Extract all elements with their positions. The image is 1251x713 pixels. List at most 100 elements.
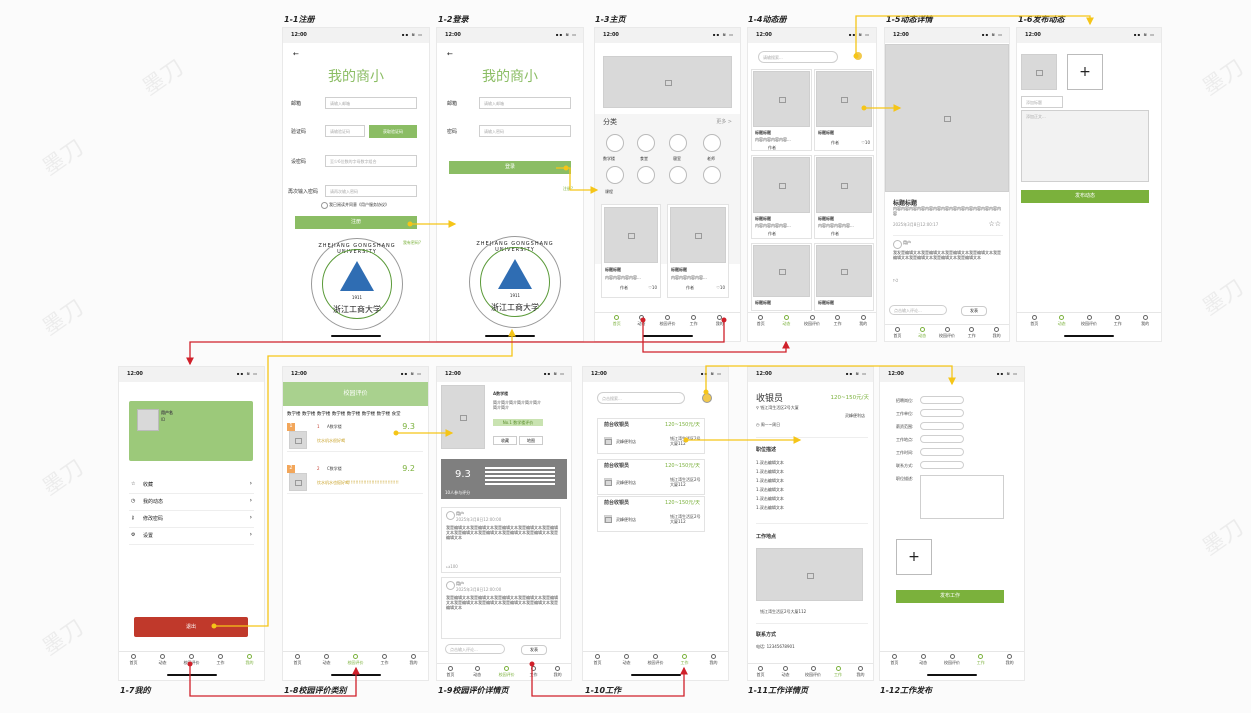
logout-button[interactable]: 退出 bbox=[134, 617, 248, 637]
job-time-input[interactable] bbox=[920, 448, 964, 456]
body-input[interactable]: 添加正文... bbox=[1021, 110, 1149, 182]
tab-jobs[interactable]: 工作 bbox=[521, 666, 545, 678]
publish-job-button[interactable]: 发布工作 bbox=[896, 590, 1004, 603]
tab-home[interactable]: 首页 bbox=[438, 666, 462, 678]
profile-card[interactable]: 用户名 ID bbox=[129, 401, 253, 461]
job-card[interactable]: 前台收银员 120~150元/天 灵峰便利店 钱江湾生活区2号大厦112 bbox=[597, 496, 705, 532]
star-icon[interactable]: ☆☆ bbox=[988, 220, 1001, 228]
tab-category[interactable]: 数学楼 bbox=[287, 412, 301, 417]
tab-jobs[interactable]: 工作 bbox=[682, 315, 706, 327]
post-card[interactable]: 标题标题 bbox=[751, 243, 812, 311]
password-field[interactable]: 请输入密码 bbox=[479, 125, 571, 137]
post-card[interactable]: 标题标题 内容内容内容内容... 作者 bbox=[814, 155, 874, 239]
tab-home[interactable]: 首页 bbox=[286, 654, 310, 666]
tab-review[interactable]: 校园评价 bbox=[656, 315, 680, 327]
category-item[interactable] bbox=[669, 166, 687, 184]
banner-image[interactable] bbox=[603, 56, 732, 108]
tab-feed[interactable]: 动态 bbox=[774, 315, 798, 327]
post-card[interactable]: 标题标题 内容内容内容内容... 作者 bbox=[751, 155, 812, 239]
tab-category[interactable]: 数学楼 bbox=[347, 412, 361, 417]
list-item[interactable]: 2 2 C数学楼 9.2 饮水机水也挺好喝!!!!!!!!!!!!!!!!!!!… bbox=[287, 463, 423, 494]
tab-mine[interactable]: 我的 bbox=[998, 654, 1022, 666]
send-button[interactable]: 发表 bbox=[521, 645, 547, 655]
repeat-password-field[interactable]: 请再次输入密码 bbox=[325, 185, 417, 197]
tab-review[interactable]: 校园评价 bbox=[644, 654, 668, 666]
map-button[interactable]: 地图 bbox=[519, 436, 543, 445]
tab-home[interactable]: 首页 bbox=[586, 654, 610, 666]
post-card[interactable]: 标题标题 作者 ♡10 bbox=[814, 69, 874, 151]
job-position-input[interactable] bbox=[920, 396, 964, 404]
tab-feed[interactable]: 动态 bbox=[315, 654, 339, 666]
title-input[interactable]: 添加标题 bbox=[1021, 96, 1063, 108]
tab-feed[interactable]: 动态 bbox=[774, 666, 798, 678]
tab-review[interactable]: 校园评价 bbox=[180, 654, 204, 666]
tab-jobs[interactable]: 工作 bbox=[969, 654, 993, 666]
tab-home[interactable]: 首页 bbox=[1022, 315, 1046, 327]
category-item[interactable] bbox=[637, 166, 655, 184]
post-card[interactable]: 标题标题 内容内容内容内容... 作者 ♡10 bbox=[667, 204, 729, 298]
tab-category[interactable]: 数学楼 bbox=[302, 412, 316, 417]
send-button[interactable]: 发表 bbox=[961, 306, 987, 316]
tab-mine[interactable]: 我的 bbox=[985, 327, 1009, 339]
tab-feed[interactable]: 动态 bbox=[1050, 315, 1074, 327]
tab-jobs[interactable]: 工作 bbox=[673, 654, 697, 666]
job-company-input[interactable] bbox=[920, 409, 964, 417]
back-arrow-icon[interactable]: ← bbox=[293, 50, 299, 58]
back-arrow-icon[interactable]: ← bbox=[447, 50, 453, 58]
tab-mine[interactable]: 我的 bbox=[402, 654, 426, 666]
tab-home[interactable]: 首页 bbox=[749, 666, 773, 678]
login-button[interactable]: 登录 bbox=[449, 161, 571, 174]
contact-phone[interactable]: 电话: 12345678901 bbox=[756, 644, 795, 649]
tab-category[interactable]: 数学楼 bbox=[332, 412, 346, 417]
tab-home[interactable]: 首页 bbox=[885, 327, 909, 339]
menu-item-favorites[interactable]: ☆ 收藏 › bbox=[129, 477, 254, 494]
email-field[interactable]: 请输入邮箱 bbox=[479, 97, 571, 109]
tab-category[interactable]: 数学楼 bbox=[317, 412, 331, 417]
tab-review[interactable]: 校园评价 bbox=[495, 666, 519, 678]
map-image[interactable] bbox=[756, 548, 863, 601]
register-button[interactable]: 注册 bbox=[295, 216, 417, 229]
password-field[interactable]: 至少6位数的字母数字组合 bbox=[325, 155, 417, 167]
tab-review[interactable]: 校园评价 bbox=[1077, 315, 1101, 327]
tab-jobs[interactable]: 工作 bbox=[960, 327, 984, 339]
menu-item-settings[interactable]: ⚙ 设置 › bbox=[129, 528, 254, 545]
category-item[interactable] bbox=[703, 134, 721, 152]
tab-mine[interactable]: 我的 bbox=[546, 666, 570, 678]
search-input[interactable]: 点击搜索... bbox=[597, 392, 685, 404]
publish-post-button[interactable]: 发布动态 bbox=[1021, 190, 1149, 203]
job-contact-input[interactable] bbox=[920, 461, 964, 469]
tab-mine[interactable]: 我的 bbox=[238, 654, 262, 666]
add-post-icon[interactable] bbox=[854, 52, 862, 60]
tab-feed[interactable]: 动态 bbox=[911, 654, 935, 666]
category-item[interactable] bbox=[606, 134, 624, 152]
job-card[interactable]: 前台收银员 120~150元/天 灵峰便利店 钱江湾生活区2号大厦112 bbox=[597, 459, 705, 495]
add-image-icon[interactable]: + bbox=[1067, 54, 1103, 90]
tab-jobs[interactable]: 工作 bbox=[209, 654, 233, 666]
tab-jobs[interactable]: 工作 bbox=[826, 315, 850, 327]
tab-mine[interactable]: 我的 bbox=[708, 315, 732, 327]
comment-input[interactable]: 点击输入评论... bbox=[889, 305, 947, 315]
tab-mine[interactable]: 我的 bbox=[849, 666, 873, 678]
tab-feed[interactable]: 动态 bbox=[615, 654, 639, 666]
tab-review[interactable]: 校园评价 bbox=[935, 327, 959, 339]
more-link[interactable]: 更多 > bbox=[716, 118, 732, 125]
tab-review[interactable]: 校园评价 bbox=[344, 654, 368, 666]
tab-review[interactable]: 校园评价 bbox=[801, 666, 825, 678]
tab-mine[interactable]: 我的 bbox=[702, 654, 726, 666]
email-field[interactable]: 请输入邮箱 bbox=[325, 97, 417, 109]
tab-jobs[interactable]: 工作 bbox=[373, 654, 397, 666]
tab-home[interactable]: 首页 bbox=[882, 654, 906, 666]
tab-feed[interactable]: 动态 bbox=[465, 666, 489, 678]
tab-category[interactable]: 数学楼 bbox=[377, 412, 391, 417]
tab-home[interactable]: 首页 bbox=[122, 654, 146, 666]
to-login-link[interactable]: 我有密码? bbox=[403, 240, 421, 246]
post-card[interactable]: 标题标题 内容内容内容内容... 作者 ♡10 bbox=[601, 204, 661, 298]
like-icon[interactable]: 👍︎ bbox=[893, 278, 898, 284]
tab-home[interactable]: 首页 bbox=[749, 315, 773, 327]
tab-category[interactable]: 数学楼 bbox=[362, 412, 376, 417]
code-field[interactable]: 请输验证码 bbox=[325, 125, 365, 137]
tab-review[interactable]: 校园评价 bbox=[800, 315, 824, 327]
collect-button[interactable]: 收藏 bbox=[493, 436, 517, 445]
tab-review[interactable]: 校园评价 bbox=[940, 654, 964, 666]
list-item[interactable]: 1 1 A数学楼 9.3 饮水机水很好喝 bbox=[287, 421, 423, 452]
